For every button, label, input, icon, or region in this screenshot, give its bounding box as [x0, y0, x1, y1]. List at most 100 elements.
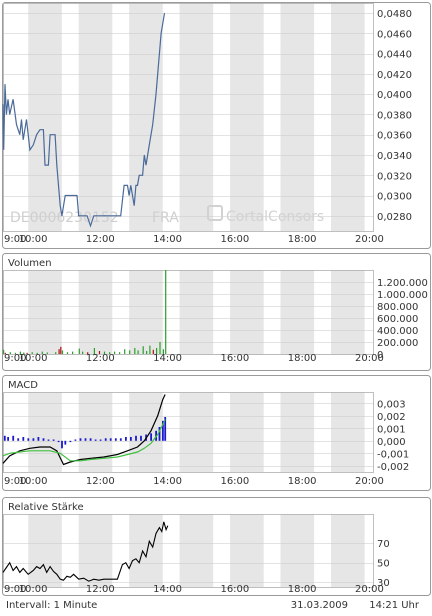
y-tick-label: 70 [377, 539, 390, 550]
x-tick-label: 10:00 [19, 476, 48, 487]
histogram-bar [17, 438, 20, 441]
volume-bar [146, 351, 148, 354]
x-tick-label: 10:00 [19, 353, 48, 364]
volume-bar [159, 342, 161, 354]
y-tick-label: 0,002 [377, 412, 406, 423]
histogram-bar [130, 437, 132, 441]
volume-bar [55, 352, 57, 354]
histogram-bar [47, 439, 50, 441]
rsi-panel: 7050309:0010:00 12:00 14:00 16:00 18:00 20:00… [2, 497, 431, 596]
x-tick-label: 10:00 [19, 234, 48, 245]
shaded-band [179, 392, 214, 472]
volume-bar [58, 349, 60, 354]
y-tick-label: 0,003 [377, 399, 406, 410]
volume-bar [114, 351, 116, 354]
x-tick-label: 16:00 [220, 234, 249, 245]
x-tick-label: 18:00 [288, 584, 317, 595]
y-tick-label: 800.000 [377, 302, 418, 313]
histogram-bar [64, 440, 67, 445]
watermark-exchange: FRA [152, 210, 179, 226]
watermark-brand: CortalConsors [226, 209, 324, 225]
y-tick-label: 0,0460 [377, 29, 412, 40]
footer-date: 31.03.2009 [291, 600, 348, 611]
y-tick-label: -0,002 [377, 462, 409, 473]
y-tick-label: 0,0420 [377, 70, 412, 81]
histogram-bar [57, 440, 60, 443]
y-tick-label: 0,001 [377, 424, 406, 435]
y-tick-label: 0,0400 [377, 90, 412, 101]
x-tick-label: 12:00 [86, 234, 115, 245]
histogram-bar [109, 438, 112, 441]
volume-bar [4, 352, 6, 354]
volume-bar [93, 348, 95, 354]
volume-bar [3, 349, 5, 354]
y-tick-label: 1.000.000 [377, 290, 428, 301]
footer-time: 14:21 Uhr [369, 600, 420, 611]
x-tick-label: 18:00 [288, 476, 317, 487]
footer: Intervall: 1 Minute 31.03.2009 14:21 Uhr [6, 600, 420, 611]
histogram-bar [69, 440, 72, 443]
histogram-bar [135, 435, 137, 441]
panel-title: Volumen [8, 258, 52, 269]
volume-bar [165, 270, 167, 354]
shaded-band [230, 392, 264, 472]
y-tick-label: 0,0360 [377, 131, 412, 142]
histogram-bar [125, 437, 127, 441]
shaded-band [330, 514, 365, 587]
y-tick-label: 400.000 [377, 326, 418, 337]
volume-bar [41, 351, 43, 354]
volume-bar [119, 352, 121, 354]
x-tick-label: 16:00 [220, 584, 249, 595]
volume-bar [72, 351, 74, 354]
panel-title: Relative Stärke [8, 502, 84, 513]
shaded-band [280, 514, 315, 587]
volume-bar [103, 351, 106, 354]
histogram-bar [119, 438, 122, 441]
volume-bar [162, 349, 164, 354]
x-tick-label: 20:00 [355, 353, 384, 364]
histogram-bar [7, 437, 9, 441]
x-tick-label: 18:00 [288, 353, 317, 364]
y-tick-label: 0,0340 [377, 151, 412, 162]
histogram-bar [42, 438, 45, 441]
volume-bar [9, 352, 11, 354]
volume-bar [137, 350, 139, 354]
volume-bar [124, 349, 126, 354]
volume-bar [87, 352, 89, 354]
shaded-band [28, 514, 62, 587]
shaded-band [179, 514, 214, 587]
volume-bar [98, 351, 101, 354]
histogram-bar [37, 437, 40, 441]
shaded-band [129, 514, 163, 587]
volume-bar [31, 352, 33, 354]
histogram-bar [84, 438, 87, 441]
y-tick-label: 0,000 [377, 437, 406, 448]
histogram-bar [3, 435, 6, 441]
volume-bar [156, 348, 158, 354]
volume-bar [152, 349, 154, 354]
histogram-bar [114, 438, 117, 441]
y-tick-label: -0,001 [377, 449, 409, 460]
x-tick-label: 10:00 [19, 584, 48, 595]
histogram-bar [61, 440, 63, 449]
histogram-bar [32, 438, 35, 441]
volume-panel: 1.200.0001.000.000800.000600.000400.0002… [2, 253, 431, 371]
histogram-bar [89, 438, 92, 441]
y-tick-label: 0,0440 [377, 50, 412, 61]
volume-bar [14, 352, 16, 354]
volume-bar [19, 351, 21, 354]
shaded-band [280, 392, 315, 472]
volume-bar [149, 345, 151, 354]
volume-bar [26, 352, 28, 354]
y-tick-label: 50 [377, 559, 390, 570]
volume-bar [134, 348, 136, 354]
y-tick-label: 0,0380 [377, 110, 412, 121]
shaded-band [28, 392, 62, 472]
volume-bar [46, 352, 48, 354]
panel-title: MACD [8, 380, 38, 391]
shaded-band [129, 392, 163, 472]
x-tick-label: 18:00 [288, 234, 317, 245]
histogram-bar [140, 435, 142, 441]
volume-bar [129, 350, 131, 354]
macd-panel: 0,0030,0020,0010,000-0,001-0,0029:0010:0… [2, 375, 431, 491]
